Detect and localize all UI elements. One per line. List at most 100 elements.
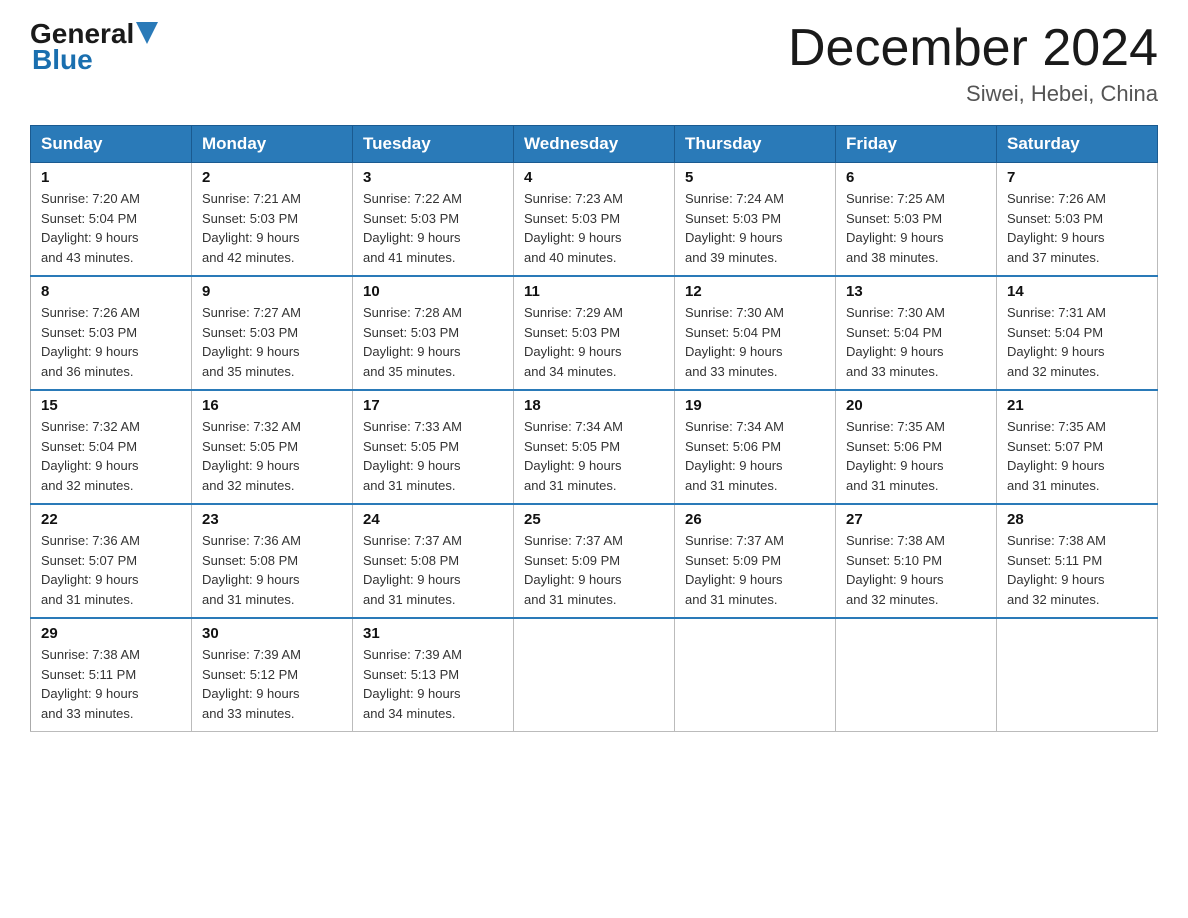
day-number: 1 xyxy=(41,169,181,186)
day-number: 21 xyxy=(1007,397,1147,414)
day-info: Sunrise: 7:30 AM Sunset: 5:04 PM Dayligh… xyxy=(685,305,784,379)
header-tuesday: Tuesday xyxy=(353,126,514,163)
calendar-cell: 11 Sunrise: 7:29 AM Sunset: 5:03 PM Dayl… xyxy=(514,276,675,390)
day-info: Sunrise: 7:21 AM Sunset: 5:03 PM Dayligh… xyxy=(202,191,301,265)
day-number: 18 xyxy=(524,397,664,414)
day-info: Sunrise: 7:36 AM Sunset: 5:07 PM Dayligh… xyxy=(41,533,140,607)
calendar-cell: 19 Sunrise: 7:34 AM Sunset: 5:06 PM Dayl… xyxy=(675,390,836,504)
calendar-cell: 10 Sunrise: 7:28 AM Sunset: 5:03 PM Dayl… xyxy=(353,276,514,390)
day-number: 25 xyxy=(524,511,664,528)
day-info: Sunrise: 7:26 AM Sunset: 5:03 PM Dayligh… xyxy=(41,305,140,379)
calendar-week-row: 1 Sunrise: 7:20 AM Sunset: 5:04 PM Dayli… xyxy=(31,163,1158,277)
calendar-cell: 25 Sunrise: 7:37 AM Sunset: 5:09 PM Dayl… xyxy=(514,504,675,618)
day-number: 3 xyxy=(363,169,503,186)
calendar-cell: 28 Sunrise: 7:38 AM Sunset: 5:11 PM Dayl… xyxy=(997,504,1158,618)
calendar-cell: 26 Sunrise: 7:37 AM Sunset: 5:09 PM Dayl… xyxy=(675,504,836,618)
day-info: Sunrise: 7:23 AM Sunset: 5:03 PM Dayligh… xyxy=(524,191,623,265)
day-number: 27 xyxy=(846,511,986,528)
header-monday: Monday xyxy=(192,126,353,163)
day-info: Sunrise: 7:38 AM Sunset: 5:11 PM Dayligh… xyxy=(41,647,140,721)
calendar-cell: 15 Sunrise: 7:32 AM Sunset: 5:04 PM Dayl… xyxy=(31,390,192,504)
day-info: Sunrise: 7:37 AM Sunset: 5:08 PM Dayligh… xyxy=(363,533,462,607)
calendar-cell: 14 Sunrise: 7:31 AM Sunset: 5:04 PM Dayl… xyxy=(997,276,1158,390)
day-info: Sunrise: 7:26 AM Sunset: 5:03 PM Dayligh… xyxy=(1007,191,1106,265)
day-info: Sunrise: 7:37 AM Sunset: 5:09 PM Dayligh… xyxy=(685,533,784,607)
calendar-cell: 4 Sunrise: 7:23 AM Sunset: 5:03 PM Dayli… xyxy=(514,163,675,277)
logo-arrow-icon xyxy=(136,22,158,44)
header-sunday: Sunday xyxy=(31,126,192,163)
calendar-cell: 3 Sunrise: 7:22 AM Sunset: 5:03 PM Dayli… xyxy=(353,163,514,277)
calendar-cell: 7 Sunrise: 7:26 AM Sunset: 5:03 PM Dayli… xyxy=(997,163,1158,277)
day-number: 7 xyxy=(1007,169,1147,186)
day-number: 15 xyxy=(41,397,181,414)
calendar-cell: 13 Sunrise: 7:30 AM Sunset: 5:04 PM Dayl… xyxy=(836,276,997,390)
logo-blue-text: Blue xyxy=(32,44,158,76)
calendar-cell: 21 Sunrise: 7:35 AM Sunset: 5:07 PM Dayl… xyxy=(997,390,1158,504)
calendar-cell: 16 Sunrise: 7:32 AM Sunset: 5:05 PM Dayl… xyxy=(192,390,353,504)
month-title: December 2024 xyxy=(788,20,1158,77)
day-number: 29 xyxy=(41,625,181,642)
calendar-cell: 18 Sunrise: 7:34 AM Sunset: 5:05 PM Dayl… xyxy=(514,390,675,504)
title-section: December 2024 Siwei, Hebei, China xyxy=(788,20,1158,107)
calendar-cell: 22 Sunrise: 7:36 AM Sunset: 5:07 PM Dayl… xyxy=(31,504,192,618)
day-number: 20 xyxy=(846,397,986,414)
day-number: 8 xyxy=(41,283,181,300)
day-number: 17 xyxy=(363,397,503,414)
day-info: Sunrise: 7:28 AM Sunset: 5:03 PM Dayligh… xyxy=(363,305,462,379)
day-number: 5 xyxy=(685,169,825,186)
day-info: Sunrise: 7:34 AM Sunset: 5:06 PM Dayligh… xyxy=(685,419,784,493)
calendar-cell: 8 Sunrise: 7:26 AM Sunset: 5:03 PM Dayli… xyxy=(31,276,192,390)
calendar-cell: 5 Sunrise: 7:24 AM Sunset: 5:03 PM Dayli… xyxy=(675,163,836,277)
calendar-header-row: SundayMondayTuesdayWednesdayThursdayFrid… xyxy=(31,126,1158,163)
calendar-cell: 23 Sunrise: 7:36 AM Sunset: 5:08 PM Dayl… xyxy=(192,504,353,618)
calendar-cell: 20 Sunrise: 7:35 AM Sunset: 5:06 PM Dayl… xyxy=(836,390,997,504)
calendar-table: SundayMondayTuesdayWednesdayThursdayFrid… xyxy=(30,125,1158,732)
calendar-cell xyxy=(514,618,675,732)
calendar-cell: 9 Sunrise: 7:27 AM Sunset: 5:03 PM Dayli… xyxy=(192,276,353,390)
day-number: 28 xyxy=(1007,511,1147,528)
day-number: 4 xyxy=(524,169,664,186)
calendar-cell: 6 Sunrise: 7:25 AM Sunset: 5:03 PM Dayli… xyxy=(836,163,997,277)
day-info: Sunrise: 7:34 AM Sunset: 5:05 PM Dayligh… xyxy=(524,419,623,493)
day-info: Sunrise: 7:36 AM Sunset: 5:08 PM Dayligh… xyxy=(202,533,301,607)
day-info: Sunrise: 7:22 AM Sunset: 5:03 PM Dayligh… xyxy=(363,191,462,265)
day-info: Sunrise: 7:32 AM Sunset: 5:05 PM Dayligh… xyxy=(202,419,301,493)
calendar-cell xyxy=(997,618,1158,732)
calendar-cell: 27 Sunrise: 7:38 AM Sunset: 5:10 PM Dayl… xyxy=(836,504,997,618)
header-wednesday: Wednesday xyxy=(514,126,675,163)
day-info: Sunrise: 7:33 AM Sunset: 5:05 PM Dayligh… xyxy=(363,419,462,493)
day-info: Sunrise: 7:39 AM Sunset: 5:12 PM Dayligh… xyxy=(202,647,301,721)
day-info: Sunrise: 7:37 AM Sunset: 5:09 PM Dayligh… xyxy=(524,533,623,607)
calendar-week-row: 8 Sunrise: 7:26 AM Sunset: 5:03 PM Dayli… xyxy=(31,276,1158,390)
day-number: 24 xyxy=(363,511,503,528)
day-number: 11 xyxy=(524,283,664,300)
day-number: 10 xyxy=(363,283,503,300)
day-number: 6 xyxy=(846,169,986,186)
day-info: Sunrise: 7:24 AM Sunset: 5:03 PM Dayligh… xyxy=(685,191,784,265)
calendar-week-row: 15 Sunrise: 7:32 AM Sunset: 5:04 PM Dayl… xyxy=(31,390,1158,504)
header-saturday: Saturday xyxy=(997,126,1158,163)
day-info: Sunrise: 7:38 AM Sunset: 5:10 PM Dayligh… xyxy=(846,533,945,607)
calendar-week-row: 22 Sunrise: 7:36 AM Sunset: 5:07 PM Dayl… xyxy=(31,504,1158,618)
header-friday: Friday xyxy=(836,126,997,163)
calendar-cell: 17 Sunrise: 7:33 AM Sunset: 5:05 PM Dayl… xyxy=(353,390,514,504)
calendar-cell: 12 Sunrise: 7:30 AM Sunset: 5:04 PM Dayl… xyxy=(675,276,836,390)
day-info: Sunrise: 7:31 AM Sunset: 5:04 PM Dayligh… xyxy=(1007,305,1106,379)
calendar-cell: 24 Sunrise: 7:37 AM Sunset: 5:08 PM Dayl… xyxy=(353,504,514,618)
calendar-cell: 1 Sunrise: 7:20 AM Sunset: 5:04 PM Dayli… xyxy=(31,163,192,277)
calendar-cell: 2 Sunrise: 7:21 AM Sunset: 5:03 PM Dayli… xyxy=(192,163,353,277)
day-info: Sunrise: 7:25 AM Sunset: 5:03 PM Dayligh… xyxy=(846,191,945,265)
day-number: 13 xyxy=(846,283,986,300)
day-info: Sunrise: 7:32 AM Sunset: 5:04 PM Dayligh… xyxy=(41,419,140,493)
day-number: 26 xyxy=(685,511,825,528)
day-number: 30 xyxy=(202,625,342,642)
calendar-cell: 31 Sunrise: 7:39 AM Sunset: 5:13 PM Dayl… xyxy=(353,618,514,732)
day-number: 31 xyxy=(363,625,503,642)
header-thursday: Thursday xyxy=(675,126,836,163)
day-number: 16 xyxy=(202,397,342,414)
calendar-cell: 29 Sunrise: 7:38 AM Sunset: 5:11 PM Dayl… xyxy=(31,618,192,732)
calendar-week-row: 29 Sunrise: 7:38 AM Sunset: 5:11 PM Dayl… xyxy=(31,618,1158,732)
calendar-cell: 30 Sunrise: 7:39 AM Sunset: 5:12 PM Dayl… xyxy=(192,618,353,732)
day-info: Sunrise: 7:20 AM Sunset: 5:04 PM Dayligh… xyxy=(41,191,140,265)
day-info: Sunrise: 7:30 AM Sunset: 5:04 PM Dayligh… xyxy=(846,305,945,379)
